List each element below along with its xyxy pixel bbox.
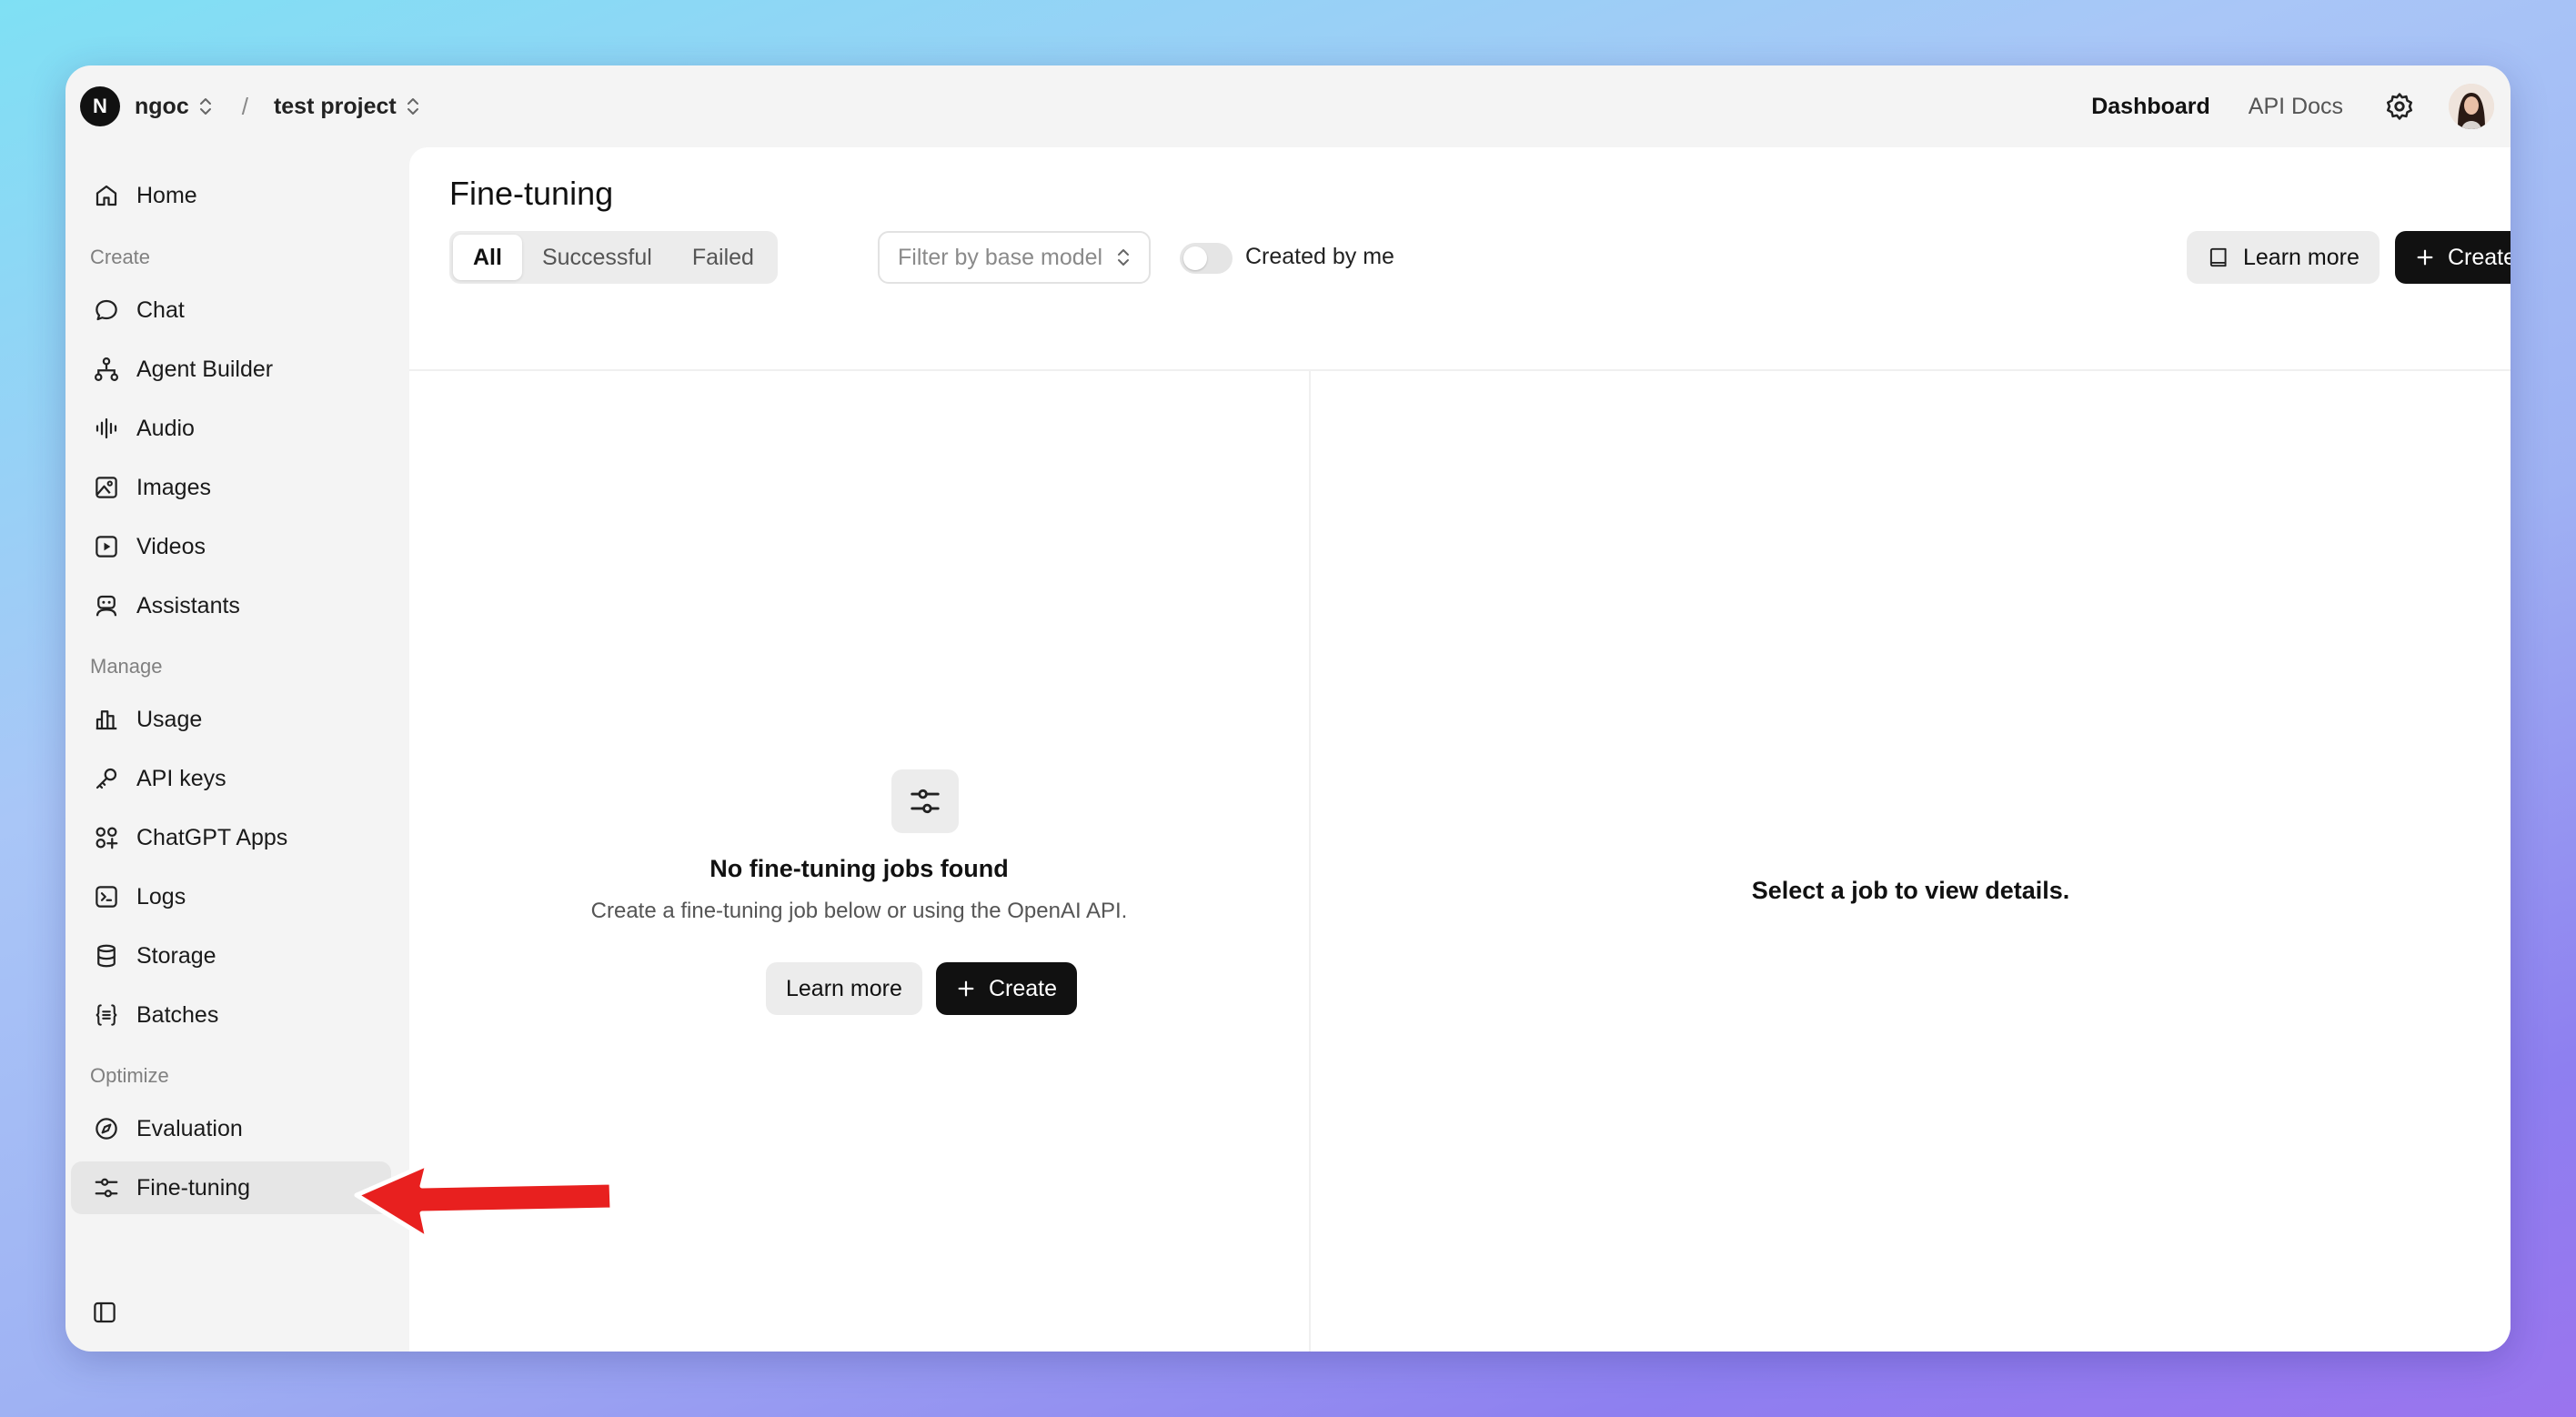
tab-successful[interactable]: Successful bbox=[522, 235, 672, 280]
api-docs-link[interactable]: API Docs bbox=[2249, 94, 2343, 120]
sidebar-item-label: Images bbox=[136, 474, 211, 500]
terminal-icon bbox=[91, 881, 122, 912]
user-avatar[interactable] bbox=[2449, 84, 2494, 129]
sidebar-item-label: Batches bbox=[136, 1001, 219, 1028]
main-panel: Fine-tuning All Successful Failed Filter… bbox=[409, 147, 2511, 1352]
filter-placeholder: Filter by base model bbox=[898, 244, 1103, 270]
project-name: test project bbox=[273, 93, 397, 119]
sidebar-item-label: Logs bbox=[136, 883, 186, 909]
sidebar-item-usage[interactable]: Usage bbox=[71, 693, 391, 746]
audio-wave-icon bbox=[91, 413, 122, 444]
chevron-up-down-icon bbox=[198, 96, 213, 116]
create-label: Create bbox=[2448, 244, 2511, 270]
sidebar-item-logs[interactable]: Logs bbox=[71, 870, 391, 923]
plus-icon bbox=[2415, 247, 2435, 267]
sidebar-item-images[interactable]: Images bbox=[71, 461, 391, 514]
section-manage: Manage bbox=[90, 655, 163, 678]
learn-more-label: Learn more bbox=[786, 975, 902, 1001]
plus-icon bbox=[956, 979, 976, 999]
sidebar-item-audio[interactable]: Audio bbox=[71, 402, 391, 455]
play-icon bbox=[91, 531, 122, 562]
sidebar-item-label: Home bbox=[136, 182, 197, 208]
tab-failed[interactable]: Failed bbox=[672, 235, 774, 280]
sidebar-item-label: Assistants bbox=[136, 592, 240, 618]
robot-icon bbox=[91, 590, 122, 621]
sidebar-item-fine-tuning[interactable]: Fine-tuning bbox=[71, 1161, 391, 1214]
learn-more-button[interactable]: Learn more bbox=[2187, 231, 2380, 284]
key-icon bbox=[91, 763, 122, 794]
sidebar-item-label: Storage bbox=[136, 942, 216, 969]
sidebar-item-label: ChatGPT Apps bbox=[136, 824, 288, 850]
empty-state-title: No fine-tuning jobs found bbox=[709, 855, 1009, 882]
sliders-icon bbox=[91, 1172, 122, 1203]
base-model-filter[interactable]: Filter by base model bbox=[878, 231, 1151, 284]
gear-icon[interactable] bbox=[2381, 88, 2418, 125]
create-button[interactable]: Create bbox=[2395, 231, 2511, 284]
org-switcher[interactable]: ngoc bbox=[135, 94, 213, 120]
sidebar-item-label: Videos bbox=[136, 533, 206, 559]
sidebar-item-evaluation[interactable]: Evaluation bbox=[71, 1102, 391, 1155]
sidebar-item-storage[interactable]: Storage bbox=[71, 930, 391, 982]
sidebar-item-label: Usage bbox=[136, 706, 203, 732]
project-switcher[interactable]: test project bbox=[274, 94, 420, 120]
learn-more-label: Learn more bbox=[2243, 244, 2360, 270]
sidebar-item-label: Chat bbox=[136, 296, 185, 323]
sidebar-item-label: API keys bbox=[136, 765, 226, 791]
book-icon bbox=[2207, 246, 2230, 269]
sidebar-item-home[interactable]: Home bbox=[71, 169, 391, 222]
sidebar-item-label: Fine-tuning bbox=[136, 1174, 251, 1201]
empty-state-description: Create a fine-tuning job below or using … bbox=[590, 899, 1128, 923]
chat-bubble-icon bbox=[91, 295, 122, 326]
dashboard-link[interactable]: Dashboard bbox=[2091, 94, 2210, 120]
status-tabs: All Successful Failed bbox=[449, 231, 778, 284]
sidebar-item-batches[interactable]: Batches bbox=[71, 989, 391, 1041]
sliders-icon bbox=[891, 769, 959, 833]
header-divider bbox=[409, 369, 2511, 371]
top-right-nav: Dashboard API Docs bbox=[2091, 84, 2494, 129]
image-icon bbox=[91, 472, 122, 503]
created-by-me-toggle[interactable] bbox=[1180, 243, 1233, 274]
sidebar-item-videos[interactable]: Videos bbox=[71, 520, 391, 573]
section-create: Create bbox=[90, 246, 151, 268]
sidebar-item-label: Agent Builder bbox=[136, 356, 274, 382]
created-by-me-label: Created by me bbox=[1245, 244, 1394, 269]
chevron-up-down-icon bbox=[1116, 247, 1131, 267]
section-optimize: Optimize bbox=[90, 1064, 169, 1087]
job-detail-placeholder: Select a job to view details. bbox=[1751, 877, 2070, 904]
empty-learn-more-button[interactable]: Learn more bbox=[766, 962, 922, 1015]
sidebar-item-label: Evaluation bbox=[136, 1115, 243, 1141]
chevron-up-down-icon bbox=[406, 96, 420, 116]
page-title: Fine-tuning bbox=[449, 175, 614, 212]
bar-chart-icon bbox=[91, 704, 122, 735]
panel-divider bbox=[1309, 369, 1311, 1352]
create-label: Create bbox=[989, 975, 1058, 1001]
sidebar-item-agent-builder[interactable]: Agent Builder bbox=[71, 343, 391, 396]
org-avatar[interactable]: N bbox=[80, 86, 120, 126]
sidebar-item-chat[interactable]: Chat bbox=[71, 284, 391, 337]
sidebar-item-label: Audio bbox=[136, 415, 195, 441]
annotation-arrow-icon bbox=[354, 1161, 615, 1241]
top-bar: N ngoc / test project Dashboard API Docs bbox=[65, 65, 2511, 147]
sidebar-item-api-keys[interactable]: API keys bbox=[71, 752, 391, 805]
sidebar-item-chatgpt-apps[interactable]: ChatGPT Apps bbox=[71, 811, 391, 864]
sidebar-item-assistants[interactable]: Assistants bbox=[71, 579, 391, 632]
apps-grid-icon bbox=[91, 822, 122, 853]
sidebar-toggle-icon[interactable] bbox=[89, 1297, 120, 1328]
org-name: ngoc bbox=[135, 93, 189, 119]
home-icon bbox=[91, 180, 122, 211]
breadcrumb-separator: / bbox=[241, 92, 248, 120]
empty-create-button[interactable]: Create bbox=[936, 962, 1078, 1015]
braces-list-icon bbox=[91, 1000, 122, 1030]
agent-tree-icon bbox=[91, 354, 122, 385]
database-icon bbox=[91, 940, 122, 971]
tab-all[interactable]: All bbox=[453, 235, 522, 280]
compass-icon bbox=[91, 1113, 122, 1144]
